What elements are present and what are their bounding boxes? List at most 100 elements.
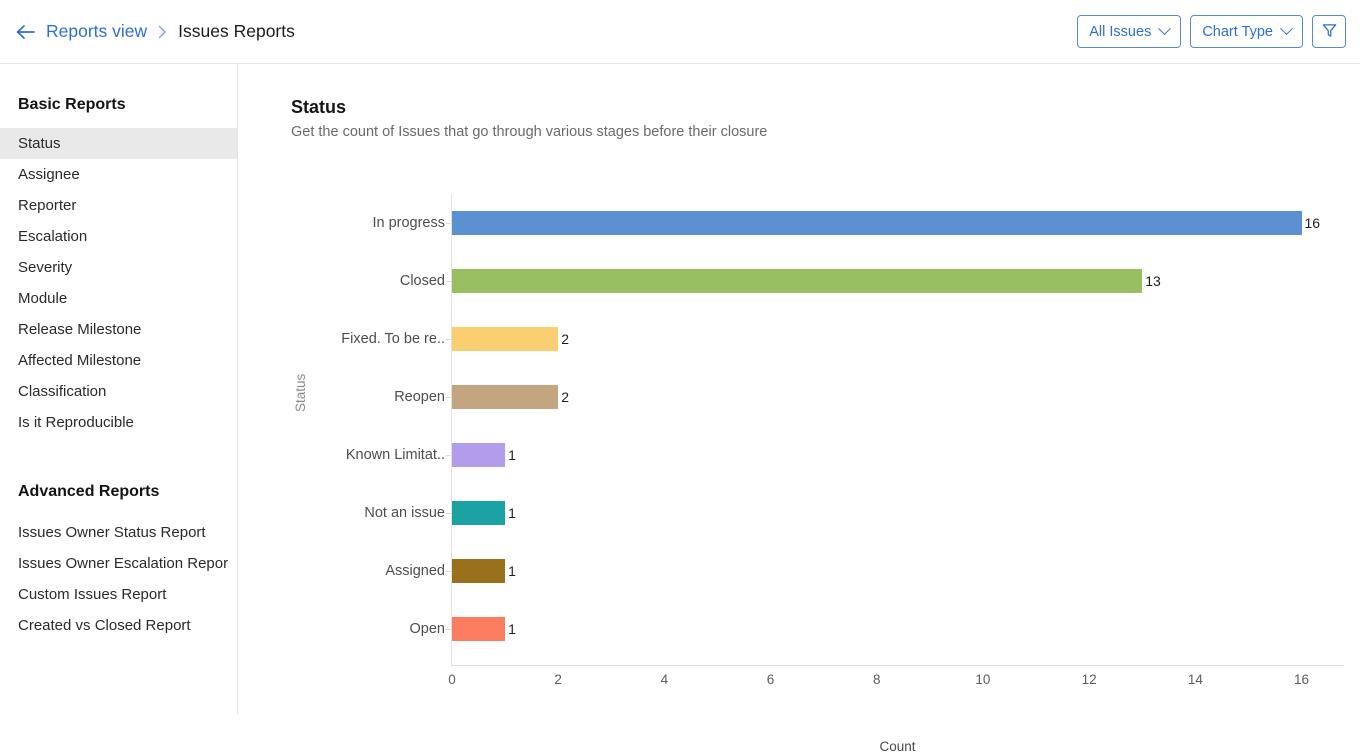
page-title: Issues Reports bbox=[178, 21, 295, 41]
bar-row: Known Limitat.. 1 bbox=[291, 426, 1351, 484]
chevron-down-icon bbox=[1280, 22, 1293, 36]
chevron-down-icon bbox=[1158, 22, 1172, 36]
bar-value-label: 1 bbox=[508, 563, 516, 579]
bar-category-label: Known Limitat.. bbox=[345, 447, 445, 463]
x-axis-tick-label: 4 bbox=[660, 672, 669, 687]
top-bar: Reports view Issues Reports All Issues C… bbox=[0, 0, 1360, 64]
sidebar-item-label: Is it Reproducible bbox=[18, 414, 134, 431]
x-axis-tick-label: 6 bbox=[766, 672, 775, 687]
sidebar-item-label: Issues Owner Escalation Repor bbox=[18, 555, 229, 572]
bar-row: Fixed. To be re.. 2 bbox=[291, 310, 1351, 368]
sidebar-item-issues-owner-status-report[interactable]: Issues Owner Status Report bbox=[0, 517, 237, 548]
bar-chart: Status In progress 16 Closed 13 Fixed. To be… bbox=[291, 194, 1351, 754]
bar-row: Closed 13 bbox=[291, 252, 1351, 310]
chart-type-dropdown[interactable]: Chart Type bbox=[1190, 15, 1303, 48]
sidebar-group-advanced: Issues Owner Status Report Issues Owner … bbox=[0, 517, 237, 641]
sidebar-item-label: Affected Milestone bbox=[18, 352, 142, 369]
bar-value-label: 1 bbox=[508, 447, 516, 463]
y-axis-tick bbox=[446, 397, 451, 398]
sidebar-group-basic: Status Assignee Reporter Escalation Seve… bbox=[0, 128, 237, 438]
y-axis-tick bbox=[446, 629, 451, 630]
all-issues-label: All Issues bbox=[1089, 23, 1152, 40]
x-axis-tick-label: 2 bbox=[554, 672, 562, 687]
x-axis-tick-label: 16 bbox=[1294, 672, 1310, 687]
sidebar-item-label: Escalation bbox=[18, 228, 88, 245]
sidebar-item-label: Module bbox=[18, 290, 68, 307]
bar[interactable] bbox=[452, 211, 1302, 235]
x-axis-tick-label: 10 bbox=[975, 672, 991, 687]
sidebar-item-label: Issues Owner Status Report bbox=[18, 524, 206, 541]
sidebar: Basic Reports Status Assignee Reporter E… bbox=[0, 64, 238, 714]
sidebar-item-assignee[interactable]: Assignee bbox=[0, 159, 237, 190]
sidebar-item-label: Created vs Closed Report bbox=[18, 617, 191, 634]
sidebar-item-created-vs-closed-report[interactable]: Created vs Closed Report bbox=[0, 610, 237, 641]
bar-value-label: 1 bbox=[508, 621, 516, 637]
x-axis-line bbox=[451, 665, 1344, 666]
y-axis-tick bbox=[446, 571, 451, 572]
bar-row: Reopen 2 bbox=[291, 368, 1351, 426]
bar-category-label: Not an issue bbox=[364, 505, 445, 521]
sidebar-item-module[interactable]: Module bbox=[0, 283, 237, 314]
report-subtitle: Get the count of Issues that go through … bbox=[291, 124, 768, 140]
bar-row: Assigned 1 bbox=[291, 542, 1351, 600]
filter-button[interactable] bbox=[1312, 15, 1346, 48]
sidebar-item-escalation[interactable]: Escalation bbox=[0, 221, 237, 252]
bar-category-label: Fixed. To be re.. bbox=[341, 331, 445, 347]
bar-value-label: 1 bbox=[508, 505, 516, 521]
sidebar-item-label: Status bbox=[18, 135, 61, 152]
x-axis-tick-label: 14 bbox=[1187, 672, 1203, 687]
arrow-left-icon[interactable] bbox=[14, 21, 36, 43]
bar-row: Not an issue 1 bbox=[291, 484, 1351, 542]
x-axis-tick-label: 8 bbox=[872, 672, 881, 687]
sidebar-item-reporter[interactable]: Reporter bbox=[0, 190, 237, 221]
main-content: Status Get the count of Issues that go t… bbox=[239, 64, 1360, 754]
breadcrumb: Reports view Issues Reports bbox=[0, 21, 295, 43]
y-axis-tick bbox=[446, 513, 451, 514]
x-axis-tick-label: 0 bbox=[448, 672, 456, 687]
y-axis-tick bbox=[446, 339, 451, 340]
top-bar-actions: All Issues Chart Type bbox=[1077, 15, 1360, 48]
bar-value-label: 13 bbox=[1145, 273, 1161, 289]
bar[interactable] bbox=[452, 327, 559, 351]
bar[interactable] bbox=[452, 443, 506, 467]
chart-type-label: Chart Type bbox=[1202, 23, 1273, 40]
x-axis-ticks: 0 2 4 6 8 10 12 14 16 bbox=[291, 672, 1351, 696]
y-axis-tick bbox=[446, 455, 451, 456]
x-axis-title: Count bbox=[879, 739, 916, 754]
breadcrumb-separator-icon bbox=[158, 25, 167, 39]
sidebar-item-label: Severity bbox=[18, 259, 73, 276]
sidebar-heading-advanced: Advanced Reports bbox=[18, 483, 160, 500]
sidebar-item-label: Reporter bbox=[18, 197, 77, 214]
sidebar-item-custom-issues-report[interactable]: Custom Issues Report bbox=[0, 579, 237, 610]
sidebar-item-release-milestone[interactable]: Release Milestone bbox=[0, 314, 237, 345]
bar-row: Open 1 bbox=[291, 600, 1351, 658]
bar-value-label: 16 bbox=[1304, 215, 1321, 231]
sidebar-item-status[interactable]: Status bbox=[0, 128, 237, 159]
sidebar-item-classification[interactable]: Classification bbox=[0, 376, 237, 407]
sidebar-item-label: Custom Issues Report bbox=[18, 586, 167, 603]
bar-value-label: 2 bbox=[561, 331, 569, 347]
sidebar-item-label: Release Milestone bbox=[18, 321, 142, 338]
sidebar-heading-basic: Basic Reports bbox=[18, 96, 126, 113]
sidebar-item-affected-milestone[interactable]: Affected Milestone bbox=[0, 345, 237, 376]
sidebar-item-label: Assignee bbox=[18, 166, 80, 183]
filter-funnel-icon bbox=[1321, 22, 1338, 42]
bar[interactable] bbox=[452, 559, 506, 583]
all-issues-dropdown[interactable]: All Issues bbox=[1077, 15, 1182, 48]
bar[interactable] bbox=[452, 269, 1143, 293]
sidebar-item-severity[interactable]: Severity bbox=[0, 252, 237, 283]
report-title: Status bbox=[291, 97, 347, 117]
sidebar-item-is-it-reproducible[interactable]: Is it Reproducible bbox=[0, 407, 237, 438]
bar[interactable] bbox=[452, 385, 559, 409]
bar-value-label: 2 bbox=[561, 389, 569, 405]
y-axis-tick bbox=[446, 223, 451, 224]
breadcrumb-link-reports-view[interactable]: Reports view bbox=[46, 21, 147, 42]
sidebar-item-label: Classification bbox=[18, 383, 107, 400]
sidebar-item-issues-owner-escalation-report[interactable]: Issues Owner Escalation Repor bbox=[0, 548, 237, 579]
bar-row: In progress 16 bbox=[291, 194, 1351, 252]
bar[interactable] bbox=[452, 501, 506, 525]
x-axis-tick-label: 12 bbox=[1081, 672, 1097, 687]
y-axis-tick bbox=[446, 281, 451, 282]
bar[interactable] bbox=[452, 617, 506, 641]
bar-category-label: In progress bbox=[372, 215, 445, 231]
